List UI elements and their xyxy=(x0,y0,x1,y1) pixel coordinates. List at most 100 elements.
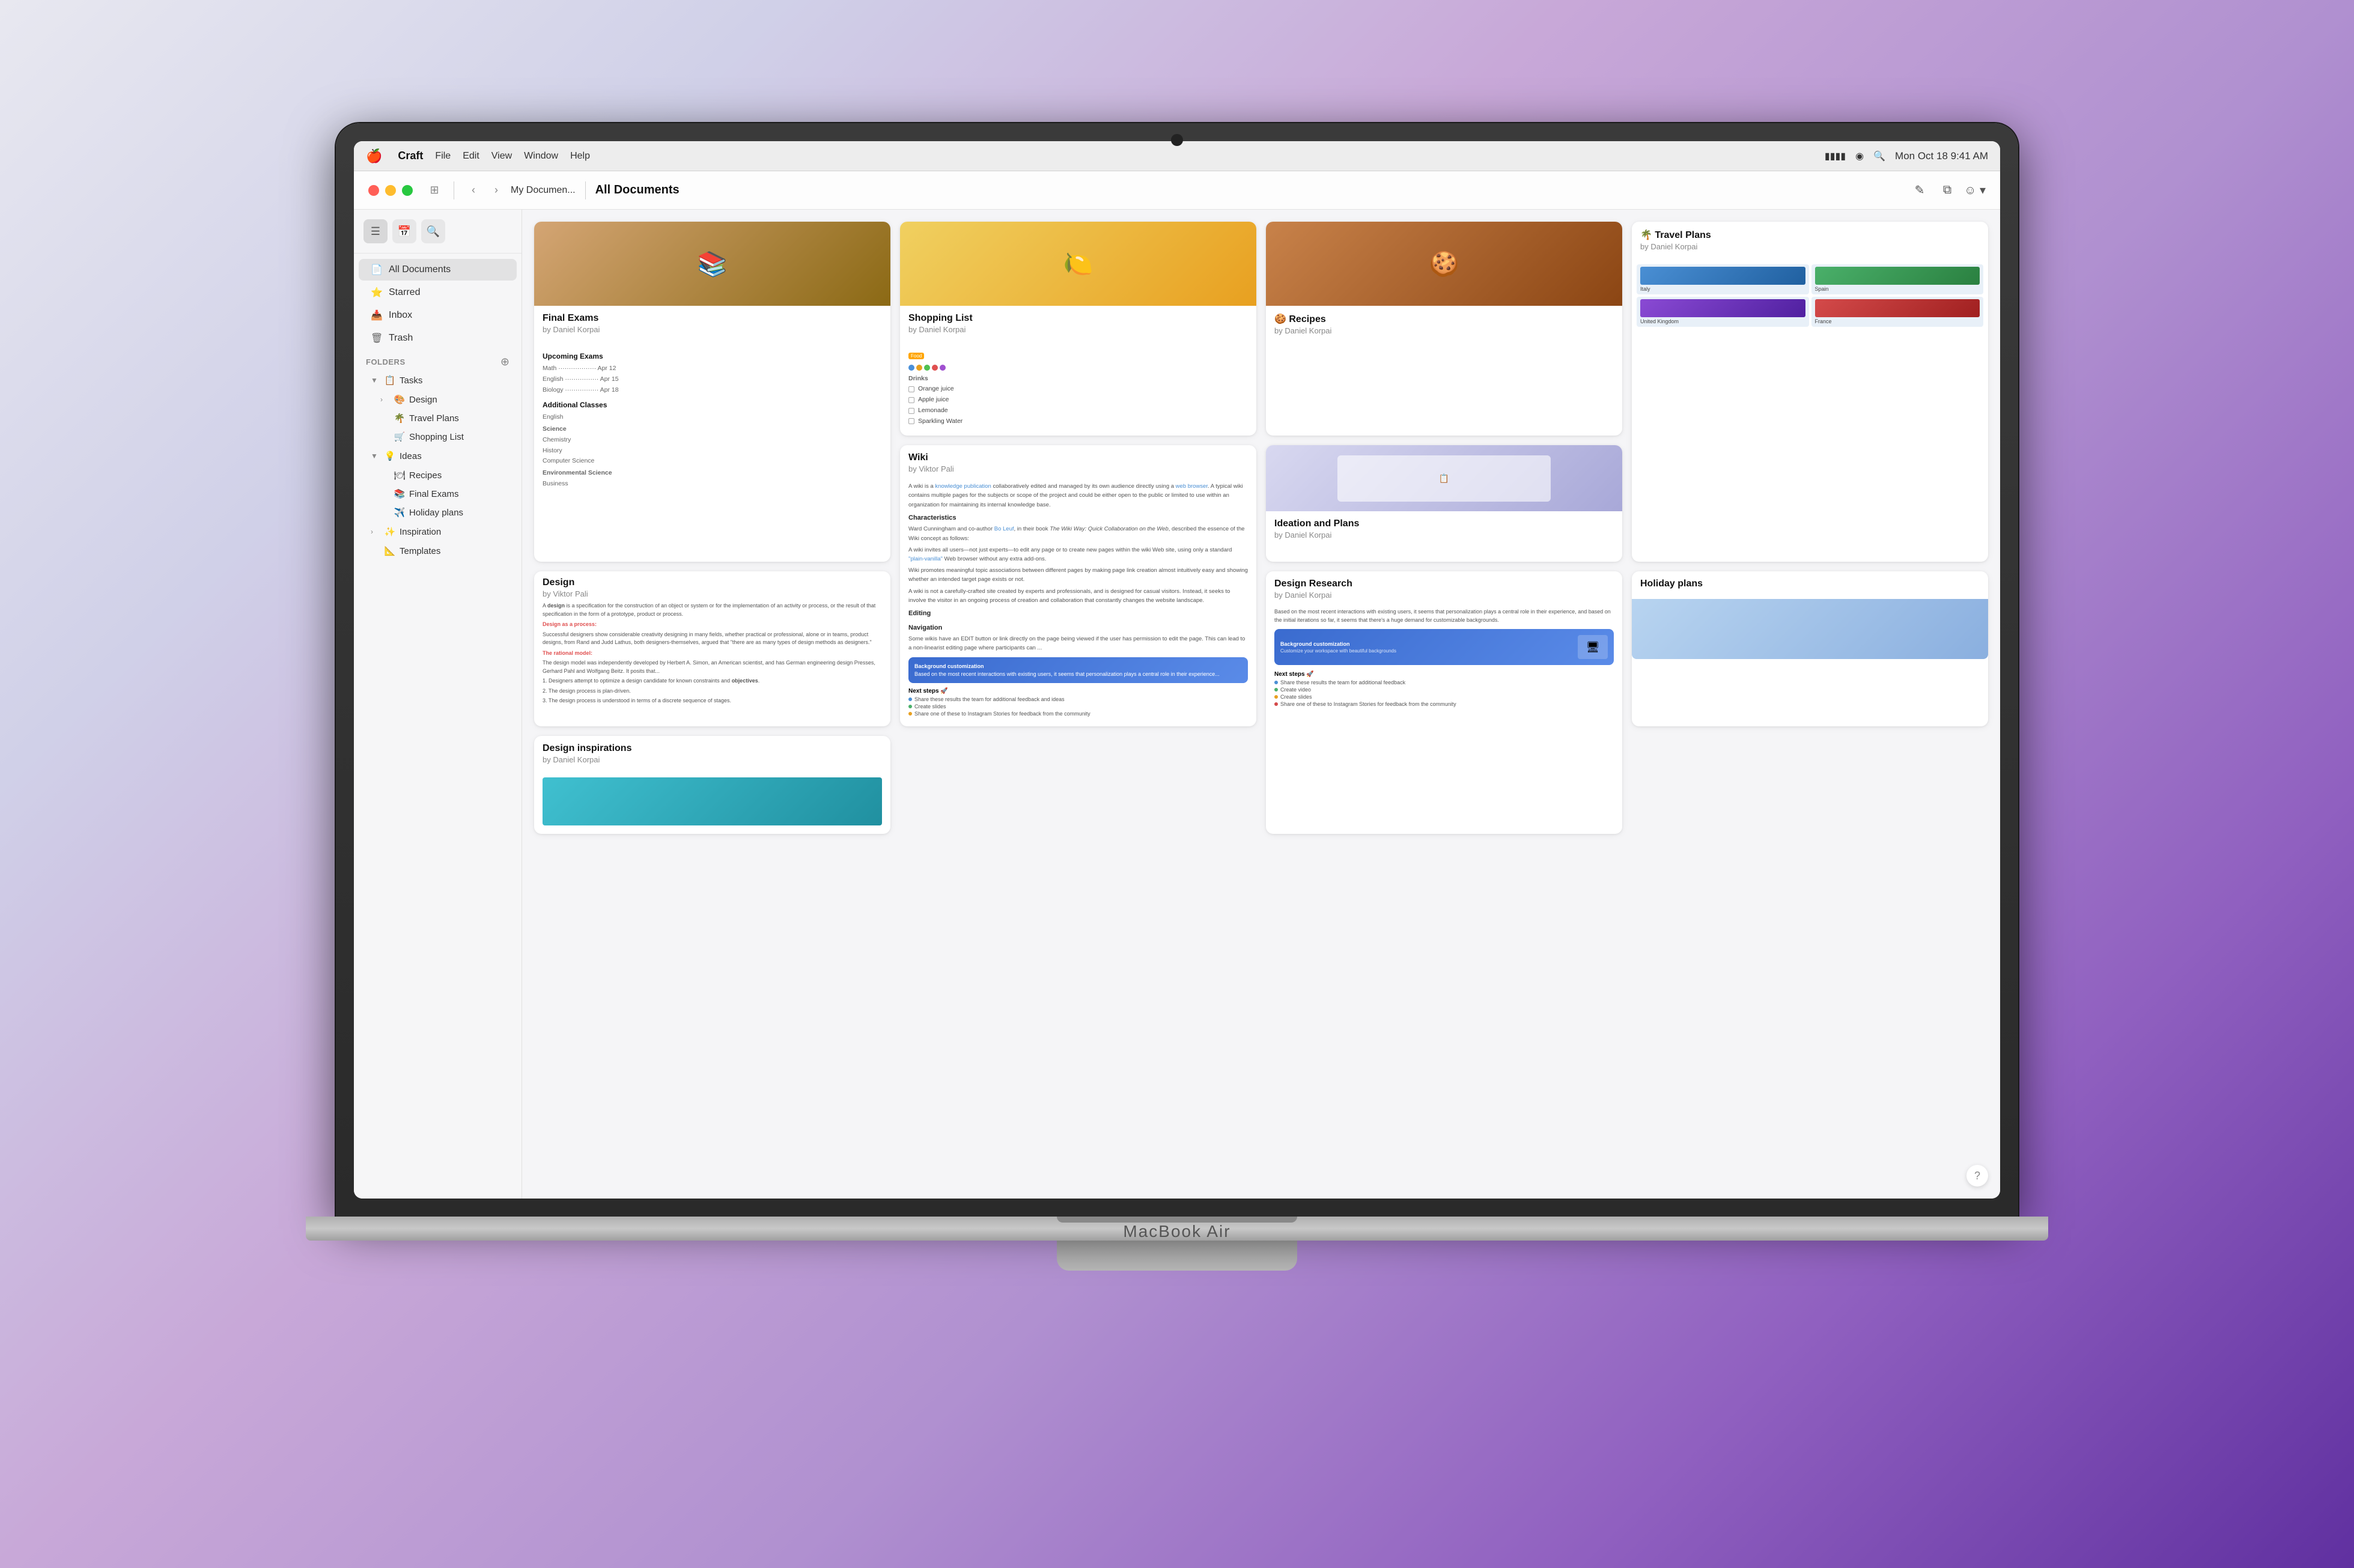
wiki-title: Wiki xyxy=(908,452,1248,463)
doc-card-inspirations[interactable]: Design inspirations by Daniel Korpai xyxy=(534,736,890,834)
france-img xyxy=(1815,299,1980,317)
menubar-edit[interactable]: Edit xyxy=(463,151,479,162)
menubar-window[interactable]: Window xyxy=(524,151,558,162)
edit-button[interactable]: ✎ xyxy=(1909,180,1930,201)
menubar-file[interactable]: File xyxy=(435,151,451,162)
doc-card-travel-plans[interactable]: 🌴 Travel Plans by Daniel Korpai Italy Sp… xyxy=(1632,222,1988,562)
doc-card-wiki[interactable]: Wiki by Viktor Pali A wiki is a knowledg… xyxy=(900,445,1256,726)
menubar-help[interactable]: Help xyxy=(570,151,590,162)
doc-card-design-research[interactable]: Design Research by Daniel Korpai Based o… xyxy=(1266,571,1622,834)
design-research-body: Design Research by Daniel Korpai xyxy=(1266,571,1622,608)
holiday-title: Holiday plans xyxy=(1640,579,1980,589)
design-text: A design is a specification for the cons… xyxy=(543,602,882,705)
ideas-chevron-icon: ▼ xyxy=(371,452,380,460)
sidebar-folder-holiday[interactable]: ✈️ Holiday plans xyxy=(368,503,517,521)
menubar-right: ▮▮▮▮ ◉ 🔍 Mon Oct 18 9:41 AM xyxy=(1825,150,1988,162)
wiki-bg-card: Background customization Based on the mo… xyxy=(908,657,1248,683)
menubar-app-name: Craft xyxy=(398,150,423,162)
titlebar-nav: ‹ › xyxy=(464,181,506,200)
tasks-icon: 📋 xyxy=(384,375,396,386)
recipes-title: 🍪 Recipes xyxy=(1274,313,1614,325)
doc-card-recipes[interactable]: 🍪 🍪 Recipes by Daniel Korpai xyxy=(1266,222,1622,436)
bg-card-inner: Background customization Customize your … xyxy=(1280,635,1608,659)
doc-card-ideation[interactable]: 📋 Ideation and Plans by Daniel Korpai xyxy=(1266,445,1622,562)
wiki-body: Wiki by Viktor Pali xyxy=(900,445,1256,482)
sidebar-item-trash[interactable]: 🗑 Trash xyxy=(359,327,517,349)
minimize-button[interactable] xyxy=(385,185,396,196)
bg-card-text: Background customization Customize your … xyxy=(1280,641,1574,654)
sidebar-folder-recipes[interactable]: 🍽 Recipes xyxy=(368,466,517,484)
apple-icon[interactable]: 🍎 xyxy=(366,148,382,164)
tasks-chevron-icon: ▼ xyxy=(371,376,380,384)
calendar-view-button[interactable]: 📅 xyxy=(392,219,416,243)
sidebar-item-inbox[interactable]: 📥 Inbox xyxy=(359,305,517,326)
document-grid: 📚 Final Exams by Daniel Korpai Upcoming … xyxy=(522,210,2000,1199)
menubar: 🍎 Craft File Edit View Window Help ▮▮▮▮ … xyxy=(354,141,2000,171)
maximize-button[interactable] xyxy=(402,185,413,196)
sidebar-folder-tasks[interactable]: ▼ 📋 Tasks xyxy=(359,371,517,389)
macbook-bottom: MacBook Air xyxy=(306,1217,2048,1241)
copy-button[interactable]: ⧉ xyxy=(1936,180,1958,201)
ideation-title: Ideation and Plans xyxy=(1274,518,1614,529)
search-button[interactable]: 🔍 xyxy=(421,219,445,243)
shopping-content: Food Drinks Orange juice App xyxy=(900,342,1256,436)
templates-icon: 📐 xyxy=(384,545,396,556)
titlebar-actions: ✎ ⧉ ☺ ▾ xyxy=(1909,180,1986,201)
add-folder-button[interactable]: ⊕ xyxy=(500,356,509,368)
design-research-author: by Daniel Korpai xyxy=(1274,591,1614,600)
sidebar-starred-label: Starred xyxy=(389,287,420,298)
sidebar-folder-shopping[interactable]: 🛒 Shopping List xyxy=(368,428,517,446)
sidebar-folder-design[interactable]: › 🎨 Design xyxy=(368,390,517,409)
sidebar-item-starred[interactable]: ⭐ Starred xyxy=(359,282,517,303)
holiday-icon: ✈️ xyxy=(394,507,406,518)
ideas-icon: 💡 xyxy=(384,451,396,461)
sidebar-toggle-button[interactable]: ⊞ xyxy=(425,181,444,200)
window-controls xyxy=(368,185,413,196)
macbook-stand xyxy=(1057,1241,1297,1271)
ideas-label: Ideas xyxy=(400,451,422,461)
close-button[interactable] xyxy=(368,185,379,196)
sidebar-inbox-label: Inbox xyxy=(389,310,412,321)
final-exams-title: Final Exams xyxy=(543,313,882,324)
tasks-label: Tasks xyxy=(400,375,422,386)
macbook-label: MacBook Air xyxy=(1123,1222,1230,1241)
wiki-next-steps: Next steps 🚀 Share these results the tea… xyxy=(908,688,1248,717)
wiki-author: by Viktor Pali xyxy=(908,464,1248,473)
menubar-view[interactable]: View xyxy=(491,151,512,162)
back-button[interactable]: ‹ xyxy=(464,181,483,200)
doc-card-design[interactable]: Design by Viktor Pali A design is a spec… xyxy=(534,571,890,726)
sidebar-item-all-documents[interactable]: 📄 All Documents xyxy=(359,259,517,281)
list-view-button[interactable]: ☰ xyxy=(363,219,388,243)
travel-item-italy: Italy xyxy=(1637,264,1809,294)
share-button[interactable]: ☺ ▾ xyxy=(1964,180,1986,201)
inspirations-image xyxy=(543,777,882,825)
travel-item-spain: Spain xyxy=(1811,264,1984,294)
shopping-label: Shopping List xyxy=(409,432,464,442)
travel-title: 🌴 Travel Plans xyxy=(1640,229,1980,241)
shopping-image: 🍋 xyxy=(900,222,1256,306)
help-button[interactable]: ? xyxy=(1966,1165,1988,1187)
macbook-outer: 🍎 Craft File Edit View Window Help ▮▮▮▮ … xyxy=(336,123,2018,1445)
holiday-label: Holiday plans xyxy=(409,508,463,518)
travel-label: Travel Plans xyxy=(409,413,459,424)
magnifier-icon[interactable]: 🔍 xyxy=(1873,150,1885,162)
sidebar-top-icons: ☰ 📅 🔍 xyxy=(354,219,522,254)
design-research-content: Based on the most recent interactions wi… xyxy=(1266,608,1622,717)
sidebar-folder-templates[interactable]: 📐 Templates xyxy=(359,542,517,560)
doc-card-final-exams[interactable]: 📚 Final Exams by Daniel Korpai Upcoming … xyxy=(534,222,890,562)
shopping-icon: 🛒 xyxy=(394,431,406,442)
sidebar-folder-ideas[interactable]: ▼ 💡 Ideas xyxy=(359,447,517,465)
wiki-bg-text: Background customization Based on the mo… xyxy=(914,663,1242,677)
titlebar-separator-2 xyxy=(585,181,586,199)
forward-button[interactable]: › xyxy=(487,181,506,200)
doc-card-shopping-list[interactable]: 🍋 Shopping List by Daniel Korpai Food xyxy=(900,222,1256,436)
sidebar-folder-travel-plans[interactable]: 🌴 Travel Plans xyxy=(368,409,517,427)
doc-card-holiday[interactable]: Holiday plans xyxy=(1632,571,1988,726)
design-research-next-steps: Next steps 🚀 Share these results the tea… xyxy=(1274,671,1614,707)
uk-img xyxy=(1640,299,1805,317)
sidebar-folder-final-exams[interactable]: 📚 Final Exams xyxy=(368,485,517,503)
sidebar-folder-inspiration[interactable]: › ✨ Inspiration xyxy=(359,523,517,541)
inspiration-label: Inspiration xyxy=(400,527,441,537)
starred-icon: ⭐ xyxy=(371,287,383,299)
recipes-author: by Daniel Korpai xyxy=(1274,326,1614,335)
